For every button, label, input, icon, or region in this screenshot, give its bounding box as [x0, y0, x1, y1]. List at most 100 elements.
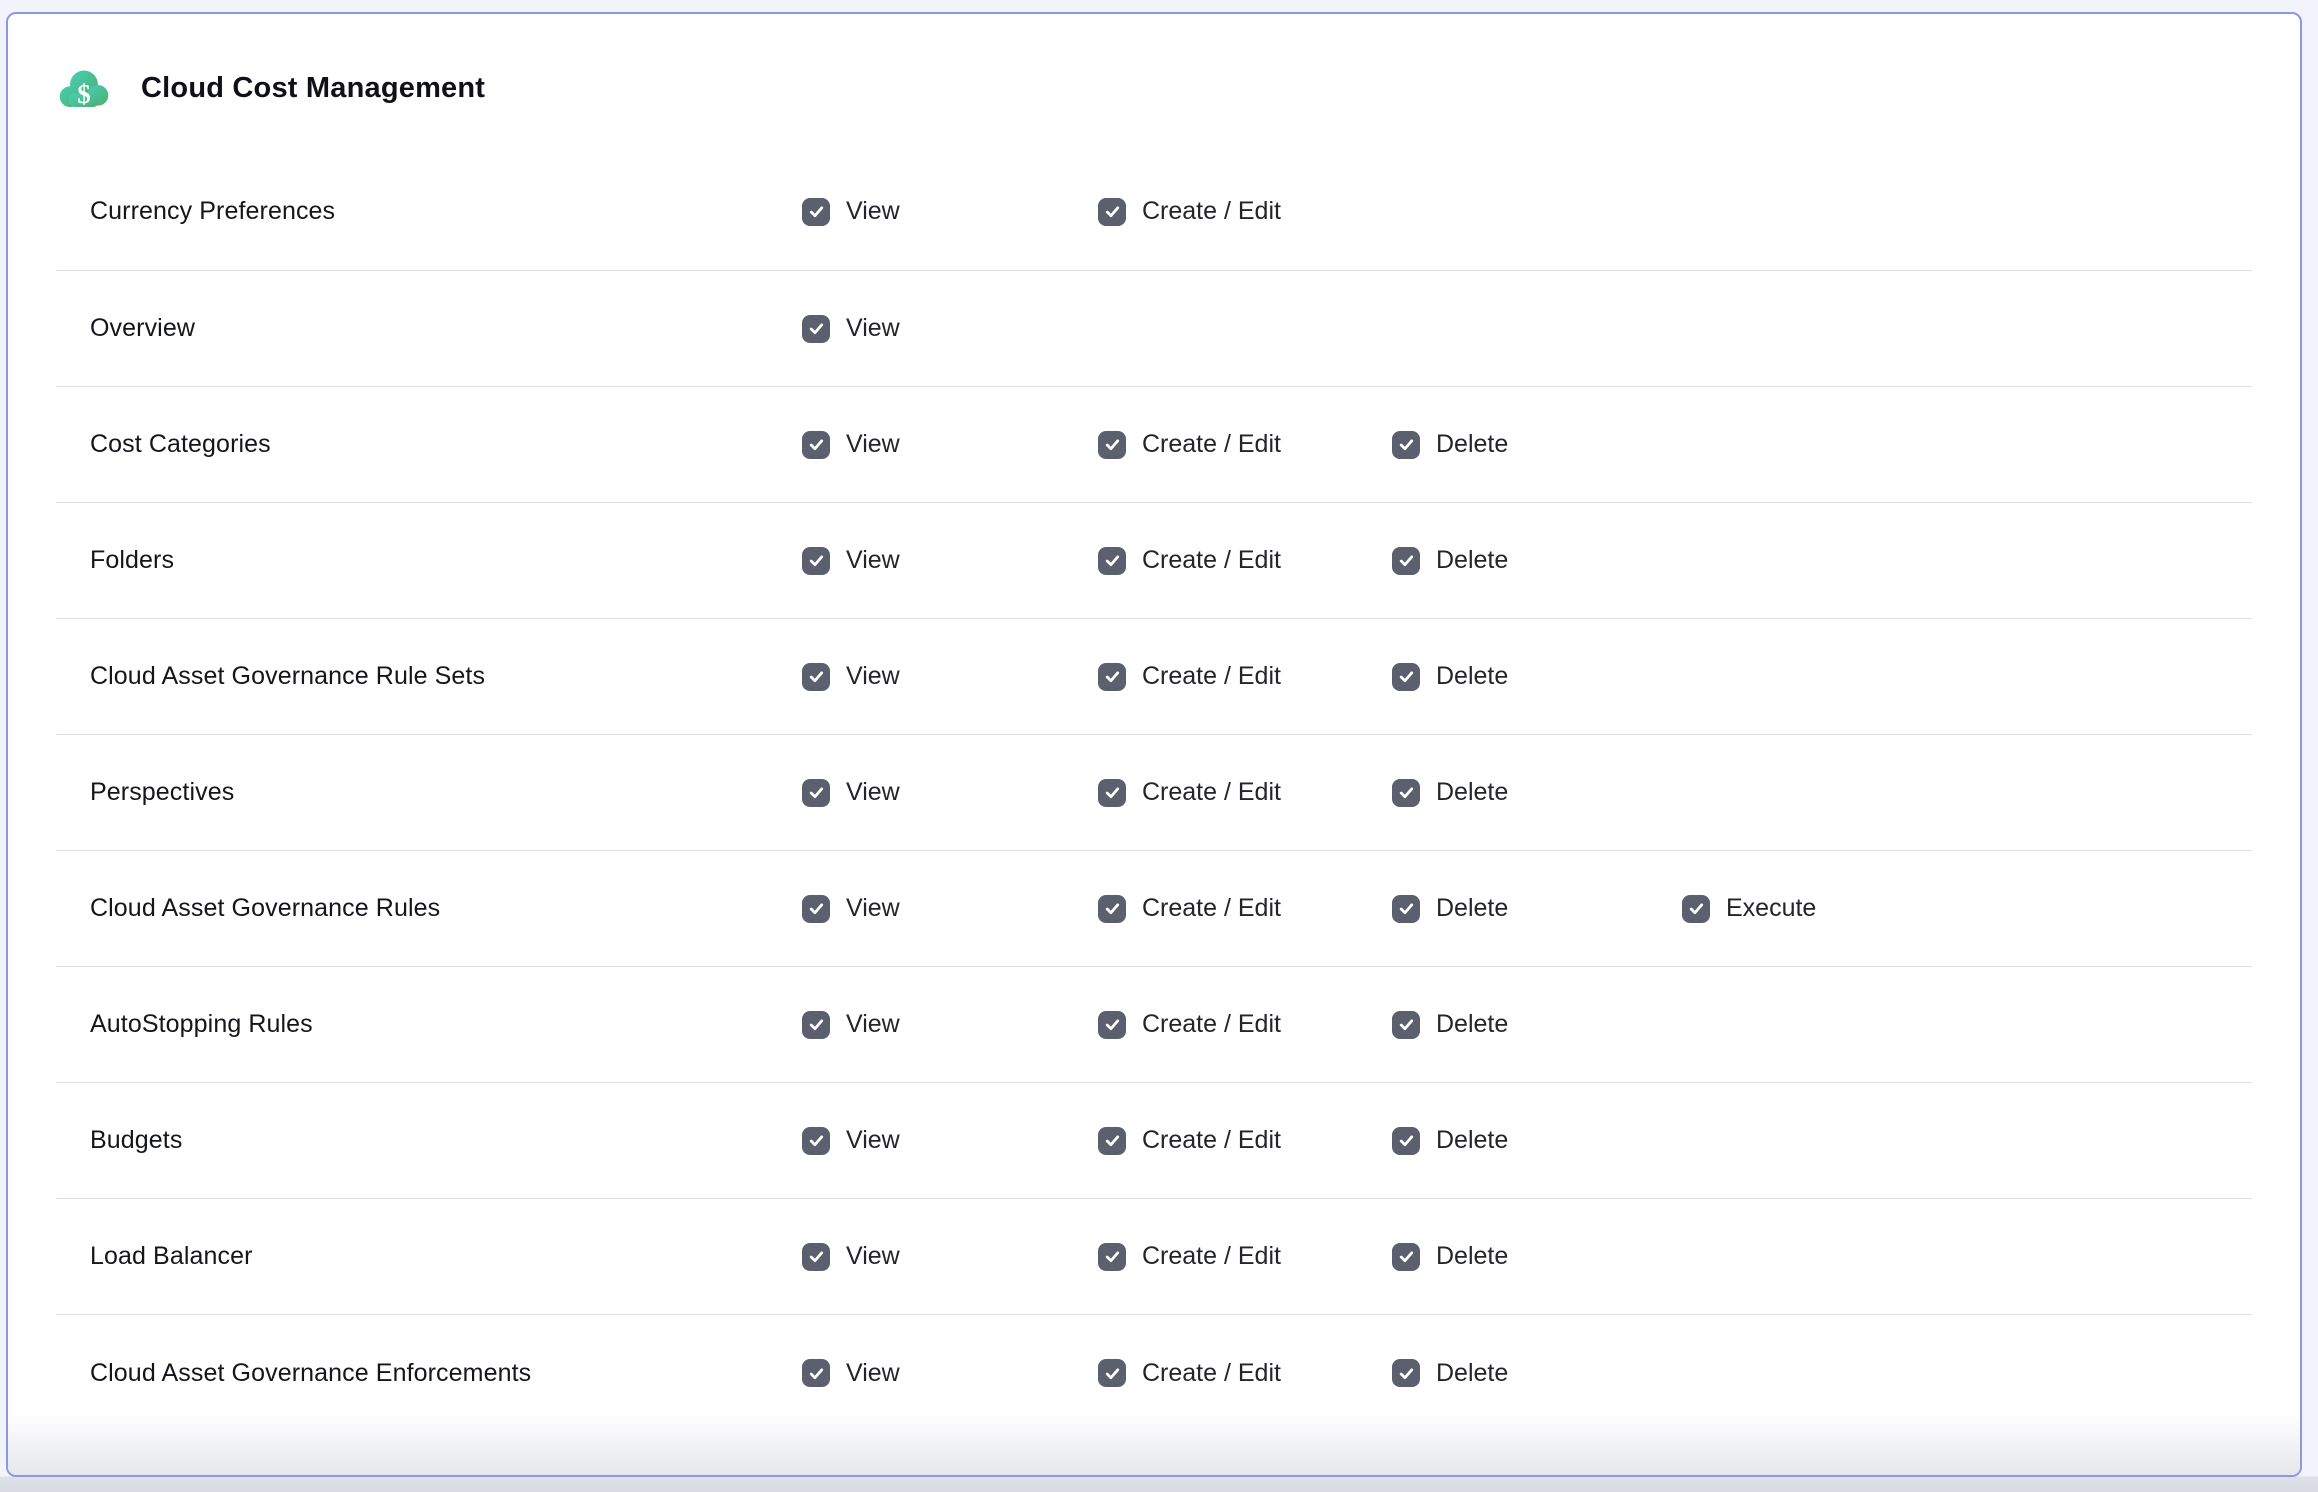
permissions-table: Currency Preferences View Create / Edit …	[56, 153, 2252, 1431]
create-edit-permission[interactable]: Create / Edit	[1098, 894, 1392, 923]
view-checkbox[interactable]	[802, 1359, 830, 1387]
delete-permission[interactable]: Delete	[1392, 662, 1682, 691]
create-edit-label: Create / Edit	[1142, 1010, 1281, 1039]
delete-checkbox[interactable]	[1392, 895, 1420, 923]
delete-checkbox[interactable]	[1392, 431, 1420, 459]
view-label: View	[846, 894, 900, 923]
page-title: Cloud Cost Management	[141, 72, 485, 105]
view-label: View	[846, 1010, 900, 1039]
create-edit-checkbox[interactable]	[1098, 547, 1126, 575]
view-checkbox[interactable]	[802, 1243, 830, 1271]
resource-label: Folders	[90, 546, 802, 575]
create-edit-checkbox[interactable]	[1098, 1359, 1126, 1387]
delete-checkbox[interactable]	[1392, 1359, 1420, 1387]
execute-checkbox[interactable]	[1682, 895, 1710, 923]
resource-label: Cloud Asset Governance Enforcements	[90, 1359, 802, 1388]
row-load-balancer: Load Balancer View Create / Edit Delete …	[56, 1199, 2252, 1315]
delete-label: Delete	[1436, 1010, 1508, 1039]
row-cost-categories: Cost Categories View Create / Edit Delet…	[56, 387, 2252, 503]
view-permission[interactable]: View	[802, 197, 1098, 226]
delete-label: Delete	[1436, 1126, 1508, 1155]
view-checkbox[interactable]	[802, 1127, 830, 1155]
create-edit-checkbox[interactable]	[1098, 1243, 1126, 1271]
create-edit-checkbox[interactable]	[1098, 198, 1126, 226]
view-permission[interactable]: View	[802, 314, 1098, 343]
delete-label: Delete	[1436, 430, 1508, 459]
resource-label: Overview	[90, 314, 802, 343]
delete-checkbox[interactable]	[1392, 1011, 1420, 1039]
row-cloud-asset-governance-enforcements: Cloud Asset Governance Enforcements View…	[56, 1315, 2252, 1431]
view-checkbox[interactable]	[802, 895, 830, 923]
view-checkbox[interactable]	[802, 547, 830, 575]
resource-label: Currency Preferences	[90, 197, 802, 226]
view-permission[interactable]: View	[802, 1126, 1098, 1155]
delete-permission[interactable]: Delete	[1392, 894, 1682, 923]
create-edit-label: Create / Edit	[1142, 197, 1281, 226]
view-label: View	[846, 1359, 900, 1388]
resource-label: Cloud Asset Governance Rules	[90, 894, 802, 923]
row-cloud-asset-governance-rules: Cloud Asset Governance Rules View Create…	[56, 851, 2252, 967]
create-edit-permission[interactable]: Create / Edit	[1098, 1242, 1392, 1271]
delete-label: Delete	[1436, 662, 1508, 691]
delete-permission[interactable]: Delete	[1392, 1010, 1682, 1039]
view-permission[interactable]: View	[802, 1010, 1098, 1039]
create-edit-permission[interactable]: Create / Edit	[1098, 197, 1392, 226]
view-label: View	[846, 1242, 900, 1271]
cloud-dollar-icon: $	[57, 66, 111, 112]
delete-checkbox[interactable]	[1392, 779, 1420, 807]
create-edit-permission[interactable]: Create / Edit	[1098, 430, 1392, 459]
create-edit-checkbox[interactable]	[1098, 663, 1126, 691]
delete-permission[interactable]: Delete	[1392, 1126, 1682, 1155]
create-edit-permission[interactable]: Create / Edit	[1098, 662, 1392, 691]
delete-label: Delete	[1436, 894, 1508, 923]
delete-label: Delete	[1436, 546, 1508, 575]
view-checkbox[interactable]	[802, 663, 830, 691]
resource-label: Perspectives	[90, 778, 802, 807]
card-header: $ Cloud Cost Management	[8, 14, 2300, 153]
create-edit-checkbox[interactable]	[1098, 1011, 1126, 1039]
delete-checkbox[interactable]	[1392, 663, 1420, 691]
execute-permission[interactable]: Execute	[1682, 894, 2252, 923]
create-edit-permission[interactable]: Create / Edit	[1098, 1010, 1392, 1039]
view-permission[interactable]: View	[802, 546, 1098, 575]
view-permission[interactable]: View	[802, 894, 1098, 923]
row-cloud-asset-governance-rule-sets: Cloud Asset Governance Rule Sets View Cr…	[56, 619, 2252, 735]
create-edit-checkbox[interactable]	[1098, 779, 1126, 807]
resource-label: Load Balancer	[90, 1242, 802, 1271]
execute-label: Execute	[1726, 894, 1816, 923]
view-checkbox[interactable]	[802, 198, 830, 226]
create-edit-permission[interactable]: Create / Edit	[1098, 1126, 1392, 1155]
row-autostopping-rules: AutoStopping Rules View Create / Edit De…	[56, 967, 2252, 1083]
view-checkbox[interactable]	[802, 779, 830, 807]
create-edit-label: Create / Edit	[1142, 1242, 1281, 1271]
view-permission[interactable]: View	[802, 430, 1098, 459]
delete-permission[interactable]: Delete	[1392, 546, 1682, 575]
view-label: View	[846, 1126, 900, 1155]
delete-checkbox[interactable]	[1392, 1127, 1420, 1155]
view-checkbox[interactable]	[802, 1011, 830, 1039]
delete-permission[interactable]: Delete	[1392, 1242, 1682, 1271]
view-checkbox[interactable]	[802, 315, 830, 343]
create-edit-permission[interactable]: Create / Edit	[1098, 1359, 1392, 1388]
delete-permission[interactable]: Delete	[1392, 430, 1682, 459]
view-checkbox[interactable]	[802, 431, 830, 459]
row-perspectives: Perspectives View Create / Edit Delete E…	[56, 735, 2252, 851]
create-edit-checkbox[interactable]	[1098, 1127, 1126, 1155]
delete-label: Delete	[1436, 778, 1508, 807]
create-edit-checkbox[interactable]	[1098, 895, 1126, 923]
view-permission[interactable]: View	[802, 778, 1098, 807]
create-edit-permission[interactable]: Create / Edit	[1098, 546, 1392, 575]
view-permission[interactable]: View	[802, 662, 1098, 691]
delete-label: Delete	[1436, 1242, 1508, 1271]
delete-checkbox[interactable]	[1392, 1243, 1420, 1271]
create-edit-label: Create / Edit	[1142, 546, 1281, 575]
delete-permission[interactable]: Delete	[1392, 1359, 1682, 1388]
create-edit-checkbox[interactable]	[1098, 431, 1126, 459]
delete-permission[interactable]: Delete	[1392, 778, 1682, 807]
view-permission[interactable]: View	[802, 1359, 1098, 1388]
view-label: View	[846, 314, 900, 343]
create-edit-permission[interactable]: Create / Edit	[1098, 778, 1392, 807]
view-label: View	[846, 662, 900, 691]
view-permission[interactable]: View	[802, 1242, 1098, 1271]
delete-checkbox[interactable]	[1392, 547, 1420, 575]
